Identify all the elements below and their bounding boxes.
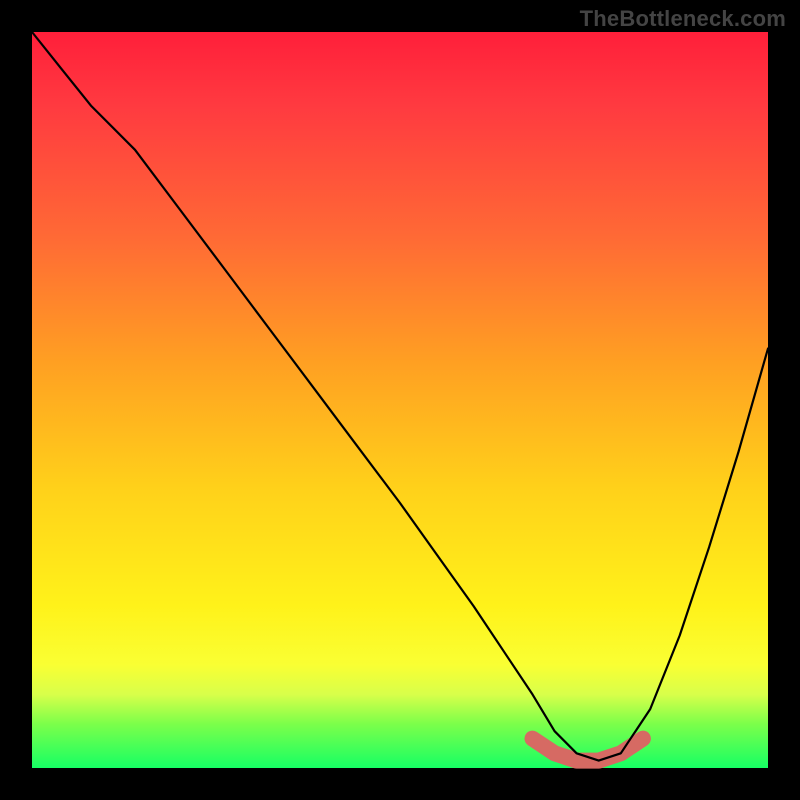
chart-container: TheBottleneck.com [0,0,800,800]
plot-area [32,32,768,768]
curve-svg [32,32,768,768]
bottleneck-curve-line [32,32,768,761]
watermark-text: TheBottleneck.com [580,6,786,32]
